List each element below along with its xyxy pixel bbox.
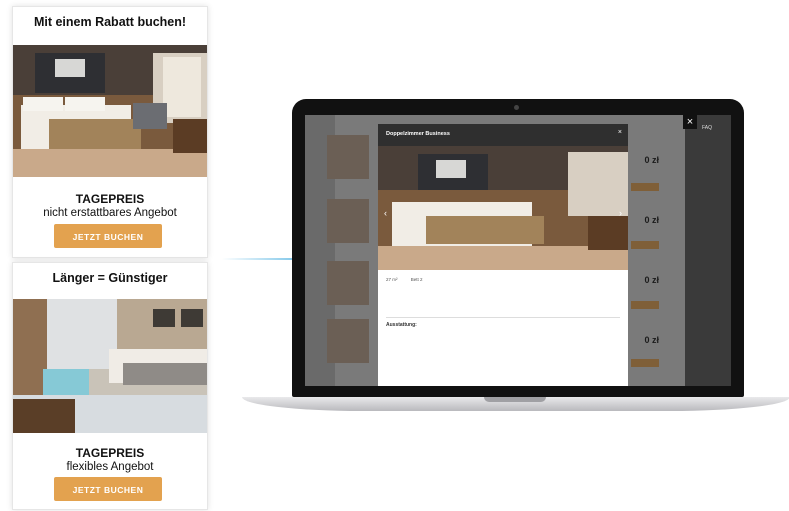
- room-info: 27 m² Bett 2: [386, 277, 435, 282]
- laptop-screen: 0 zł 0 zł 0 zł 0 zł FAQ × Doppelzimmer B…: [305, 115, 731, 386]
- room-detail-modal: Doppelzimmer Business × ‹ › 27 m² Bett 2…: [378, 124, 628, 386]
- rate-title: TAGEPREIS: [75, 192, 145, 206]
- rate-title: TAGEPREIS: [75, 446, 145, 460]
- laptop: 0 zł 0 zł 0 zł 0 zł FAQ × Doppelzimmer B…: [292, 99, 744, 397]
- laptop-base: [242, 397, 789, 411]
- room-thumbnail: [327, 261, 369, 305]
- room-price: 0 zł: [644, 155, 659, 165]
- bed-count: Bett 2: [410, 277, 423, 282]
- amenities-title: Ausstattung:: [386, 322, 417, 328]
- close-overlay-button[interactable]: ×: [683, 115, 697, 129]
- offer-title: Länger = Günstiger: [52, 271, 168, 285]
- double-room-photo: [13, 45, 207, 177]
- offer-card-discount: Mit einem Rabatt buchen! TAGEPREIS nicht…: [12, 6, 208, 258]
- rate-subtitle: nicht erstattbares Angebot: [43, 207, 177, 219]
- room-gallery-photo: ‹ ›: [378, 146, 628, 270]
- modal-header: Doppelzimmer Business ×: [378, 124, 628, 146]
- room-thumbnail: [327, 199, 369, 243]
- book-room-button[interactable]: [631, 359, 659, 367]
- room-thumbnail: [327, 135, 369, 179]
- modal-title: Doppelzimmer Business: [386, 131, 450, 137]
- room-price: 0 zł: [644, 335, 659, 345]
- book-room-button[interactable]: [631, 301, 659, 309]
- offer-card-longer-stay: Länger = Günstiger TAGEPREIS flexibles A…: [12, 262, 208, 510]
- book-room-button[interactable]: [631, 241, 659, 249]
- chevron-right-icon[interactable]: ›: [619, 208, 622, 218]
- faq-link[interactable]: FAQ: [702, 125, 712, 131]
- offer-title: Mit einem Rabatt buchen!: [33, 15, 187, 29]
- room-thumbnail: [327, 319, 369, 363]
- close-icon[interactable]: ×: [618, 129, 622, 136]
- book-now-button[interactable]: JETZT BUCHEN: [54, 477, 162, 501]
- camera-icon: [514, 105, 519, 110]
- room-size: 27 m²: [386, 277, 398, 282]
- twin-room-photo: [13, 299, 207, 433]
- rate-subtitle: flexibles Angebot: [66, 461, 154, 473]
- book-now-button[interactable]: JETZT BUCHEN: [54, 224, 162, 248]
- room-price: 0 zł: [644, 215, 659, 225]
- divider: [386, 317, 620, 318]
- book-room-button[interactable]: [631, 183, 659, 191]
- right-panel: [685, 115, 731, 386]
- chevron-left-icon[interactable]: ‹: [384, 208, 387, 218]
- laptop-notch: [484, 397, 546, 402]
- room-price: 0 zł: [644, 275, 659, 285]
